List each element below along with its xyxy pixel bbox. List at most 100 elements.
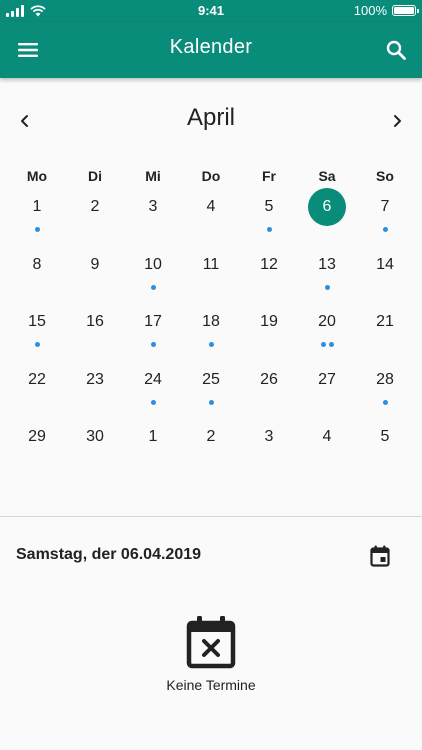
calendar-day[interactable]: 27 xyxy=(298,361,356,419)
day-circle: 2 xyxy=(192,418,230,456)
day-number: 3 xyxy=(148,198,158,215)
calendar-day[interactable]: 21 xyxy=(356,303,414,361)
event-dot xyxy=(150,342,156,347)
calendar-day[interactable]: 24 xyxy=(124,361,182,419)
event-dot xyxy=(34,227,40,232)
day-number: 15 xyxy=(28,313,46,330)
day-number: 3 xyxy=(264,428,274,445)
day-circle: 24 xyxy=(134,361,172,399)
calendar-day[interactable]: 20 xyxy=(298,303,356,361)
calendar-day[interactable]: 1 xyxy=(8,188,66,246)
event-indicator xyxy=(8,342,66,347)
calendar-day[interactable]: 8 xyxy=(8,246,66,304)
day-number: 30 xyxy=(86,428,104,445)
day-circle: 2 xyxy=(76,188,114,226)
weekday-label: Sa xyxy=(318,168,336,184)
event-dot xyxy=(382,399,388,405)
day-number: 9 xyxy=(90,255,100,273)
day-circle: 30 xyxy=(76,418,114,456)
calendar-day[interactable]: 15 xyxy=(8,303,66,361)
calendar-day[interactable]: 5 xyxy=(240,188,298,246)
calendar-day[interactable]: 3 xyxy=(124,188,182,246)
calendar-day[interactable]: 1 xyxy=(124,418,182,476)
event-indicator xyxy=(182,342,240,347)
calendar-day[interactable]: 26 xyxy=(240,361,298,419)
day-circle: 5 xyxy=(366,418,404,456)
day-number: 25 xyxy=(202,370,220,388)
calendar-day[interactable]: 3 xyxy=(240,418,298,476)
calendar-day[interactable]: 16 xyxy=(66,303,124,361)
day-circle: 28 xyxy=(366,361,404,399)
calendar-day[interactable]: 30 xyxy=(66,418,124,476)
calendar-remove-icon xyxy=(186,616,236,669)
calendar-day[interactable]: 17 xyxy=(124,303,182,361)
calendar-day[interactable]: 9 xyxy=(66,246,124,304)
calendar-day[interactable]: 25 xyxy=(182,361,240,419)
day-circle: 1 xyxy=(134,418,172,456)
calendar-day[interactable]: 18 xyxy=(182,303,240,361)
day-circle: 18 xyxy=(192,303,230,341)
calendar-day[interactable]: 10 xyxy=(124,246,182,304)
calendar-day[interactable]: 28 xyxy=(356,361,414,419)
day-circle: 4 xyxy=(192,188,230,226)
battery-fill xyxy=(394,7,414,14)
calendar-day[interactable]: 14 xyxy=(356,246,414,304)
weekday-label: Di xyxy=(88,168,102,184)
app-title: Kalender xyxy=(169,36,253,58)
previous-month-button[interactable] xyxy=(12,108,38,134)
calendar-day[interactable]: 4 xyxy=(182,188,240,246)
day-circle: 14 xyxy=(366,246,404,284)
calendar-day[interactable]: 29 xyxy=(8,418,66,476)
day-number: 14 xyxy=(376,255,394,273)
today-button[interactable] xyxy=(366,542,394,570)
day-number: 24 xyxy=(144,370,162,388)
day-number: 7 xyxy=(380,198,390,215)
month-title: April xyxy=(186,104,235,131)
day-circle: 8 xyxy=(18,246,56,284)
day-circle: 3 xyxy=(250,418,288,456)
day-circle: 21 xyxy=(366,303,404,341)
day-circle: 7 xyxy=(366,188,404,226)
event-dot xyxy=(320,342,326,347)
event-dot xyxy=(208,342,214,347)
day-circle: 5 xyxy=(250,188,288,226)
weekday-label: So xyxy=(376,168,394,184)
calendar-day[interactable]: 7 xyxy=(356,188,414,246)
calendar-day[interactable]: 11 xyxy=(182,246,240,304)
next-month-button[interactable] xyxy=(384,108,410,134)
calendar-day[interactable]: 5 xyxy=(356,418,414,476)
event-dot xyxy=(324,284,330,290)
calendar-day-selected[interactable]: 6 xyxy=(298,188,356,246)
day-number: 1 xyxy=(148,428,158,445)
calendar-day[interactable]: 2 xyxy=(182,418,240,476)
calendar-day[interactable]: 19 xyxy=(240,303,298,361)
calendar-today-icon xyxy=(370,545,390,567)
selected-date-row: Samstag, der 06.04.2019 xyxy=(0,540,422,572)
event-dot xyxy=(266,227,272,232)
day-number: 13 xyxy=(318,255,336,273)
calendar-day[interactable]: 22 xyxy=(8,361,66,419)
day-number: 23 xyxy=(86,370,104,388)
day-number: 19 xyxy=(260,313,278,330)
app-bar: Kalender xyxy=(0,22,422,78)
calendar-day[interactable]: 23 xyxy=(66,361,124,419)
weekday-label: Do xyxy=(201,168,221,184)
search-button[interactable] xyxy=(380,34,412,66)
day-circle: 4 xyxy=(308,418,346,456)
calendar-week: 15 16 17 18 19 20 21 xyxy=(8,303,414,361)
calendar-day[interactable]: 2 xyxy=(66,188,124,246)
calendar-day[interactable]: 4 xyxy=(298,418,356,476)
status-bar: 9:41 100% xyxy=(0,0,422,22)
day-circle: 10 xyxy=(134,246,172,284)
day-circle: 19 xyxy=(250,303,288,341)
event-indicator xyxy=(182,399,240,405)
day-circle: 29 xyxy=(18,418,56,456)
chevron-right-icon xyxy=(394,115,401,127)
calendar-day[interactable]: 12 xyxy=(240,246,298,304)
day-number: 8 xyxy=(32,255,42,273)
day-circle: 20 xyxy=(308,303,346,341)
day-circle: 15 xyxy=(18,303,56,341)
day-circle: 23 xyxy=(76,361,114,399)
calendar-day[interactable]: 13 xyxy=(298,246,356,304)
menu-button[interactable] xyxy=(12,34,44,66)
